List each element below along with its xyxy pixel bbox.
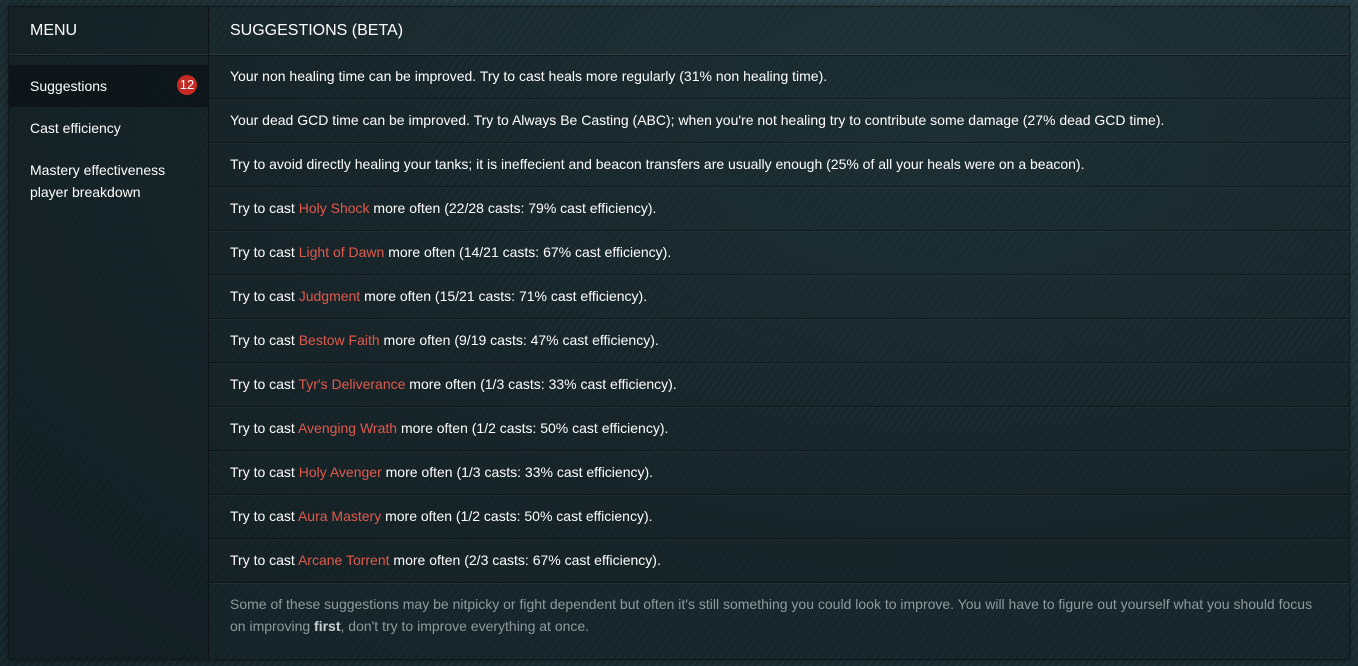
sidebar: MENU Suggestions 12 Cast efficiency Mast… <box>9 7 209 659</box>
suggestion-item: Try to cast Aura Mastery more often (1/2… <box>209 495 1349 539</box>
page-title: SUGGESTIONS (BETA) <box>209 7 1349 55</box>
spell-link-avenging-wrath[interactable]: Avenging Wrath <box>298 420 397 436</box>
suggestion-prefix: Try to cast <box>230 552 298 568</box>
sidebar-item-label: Mastery effectiveness player breakdown <box>30 162 166 200</box>
suggestion-list: Your non healing time can be improved. T… <box>209 55 1349 583</box>
spell-link-holy-shock[interactable]: Holy Shock <box>299 200 370 216</box>
footer-note-emphasis: first <box>314 618 341 634</box>
spell-link-light-of-dawn[interactable]: Light of Dawn <box>299 244 385 260</box>
suggestion-item: Try to cast Holy Avenger more often (1/3… <box>209 451 1349 495</box>
footer-note-text-end: , don't try to improve everything at onc… <box>340 618 590 634</box>
spell-link-judgment[interactable]: Judgment <box>299 288 360 304</box>
suggestion-prefix: Try to cast <box>230 332 299 348</box>
suggestion-item: Try to avoid directly healing your tanks… <box>209 143 1349 187</box>
suggestion-item: Try to cast Holy Shock more often (22/28… <box>209 187 1349 231</box>
suggestion-text: Your non healing time can be improved. T… <box>230 68 828 84</box>
suggestion-prefix: Try to cast <box>230 508 298 524</box>
suggestion-item: Try to cast Light of Dawn more often (14… <box>209 231 1349 275</box>
suggestion-prefix: Try to cast <box>230 420 298 436</box>
suggestion-item: Try to cast Judgment more often (15/21 c… <box>209 275 1349 319</box>
suggestion-suffix: more often (1/2 casts: 50% cast efficien… <box>397 420 669 436</box>
suggestion-text: Try to avoid directly healing your tanks… <box>230 156 1085 172</box>
suggestion-item: Your non healing time can be improved. T… <box>209 55 1349 99</box>
sidebar-menu: Suggestions 12 Cast efficiency Mastery e… <box>9 55 208 213</box>
suggestion-prefix: Try to cast <box>230 464 299 480</box>
sidebar-title: MENU <box>9 7 208 55</box>
spell-link-aura-mastery[interactable]: Aura Mastery <box>298 508 381 524</box>
spell-link-arcane-torrent[interactable]: Arcane Torrent <box>298 552 390 568</box>
suggestion-suffix: more often (15/21 casts: 71% cast effici… <box>360 288 648 304</box>
spell-link-bestow-faith[interactable]: Bestow Faith <box>299 332 380 348</box>
suggestion-suffix: more often (22/28 casts: 79% cast effici… <box>369 200 657 216</box>
main-panel: SUGGESTIONS (BETA) Your non healing time… <box>209 7 1349 659</box>
sidebar-item-label: Cast efficiency <box>30 120 121 136</box>
suggestion-suffix: more often (1/3 casts: 33% cast efficien… <box>381 464 654 480</box>
sidebar-item-mastery-effectiveness[interactable]: Mastery effectiveness player breakdown <box>9 149 208 213</box>
sidebar-item-suggestions[interactable]: Suggestions 12 <box>9 65 208 107</box>
suggestion-item: Try to cast Avenging Wrath more often (1… <box>209 407 1349 451</box>
suggestion-suffix: more often (1/3 casts: 33% cast efficien… <box>405 376 677 392</box>
suggestion-suffix: more often (1/2 casts: 50% cast efficien… <box>381 508 653 524</box>
sidebar-item-label: Suggestions <box>30 78 108 94</box>
suggestion-suffix: more often (2/3 casts: 67% cast efficien… <box>389 552 661 568</box>
suggestion-suffix: more often (14/21 casts: 67% cast effici… <box>384 244 672 260</box>
sidebar-item-cast-efficiency[interactable]: Cast efficiency <box>9 107 208 149</box>
suggestion-item: Try to cast Arcane Torrent more often (2… <box>209 539 1349 583</box>
suggestions-count-badge: 12 <box>177 75 197 95</box>
spell-link-holy-avenger[interactable]: Holy Avenger <box>299 464 382 480</box>
suggestion-item: Try to cast Tyr's Deliverance more often… <box>209 363 1349 407</box>
footer-note: Some of these suggestions may be nitpick… <box>209 583 1349 637</box>
suggestion-prefix: Try to cast <box>230 288 299 304</box>
app-frame: MENU Suggestions 12 Cast efficiency Mast… <box>8 6 1350 660</box>
suggestion-prefix: Try to cast <box>230 200 299 216</box>
suggestion-item: Try to cast Bestow Faith more often (9/1… <box>209 319 1349 363</box>
suggestion-suffix: more often (9/19 casts: 47% cast efficie… <box>379 332 659 348</box>
suggestion-item: Your dead GCD time can be improved. Try … <box>209 99 1349 143</box>
spell-link-tyrs-deliverance[interactable]: Tyr's Deliverance <box>298 376 405 392</box>
suggestion-prefix: Try to cast <box>230 376 299 392</box>
suggestion-prefix: Try to cast <box>230 244 299 260</box>
suggestion-text: Your dead GCD time can be improved. Try … <box>230 112 1165 128</box>
